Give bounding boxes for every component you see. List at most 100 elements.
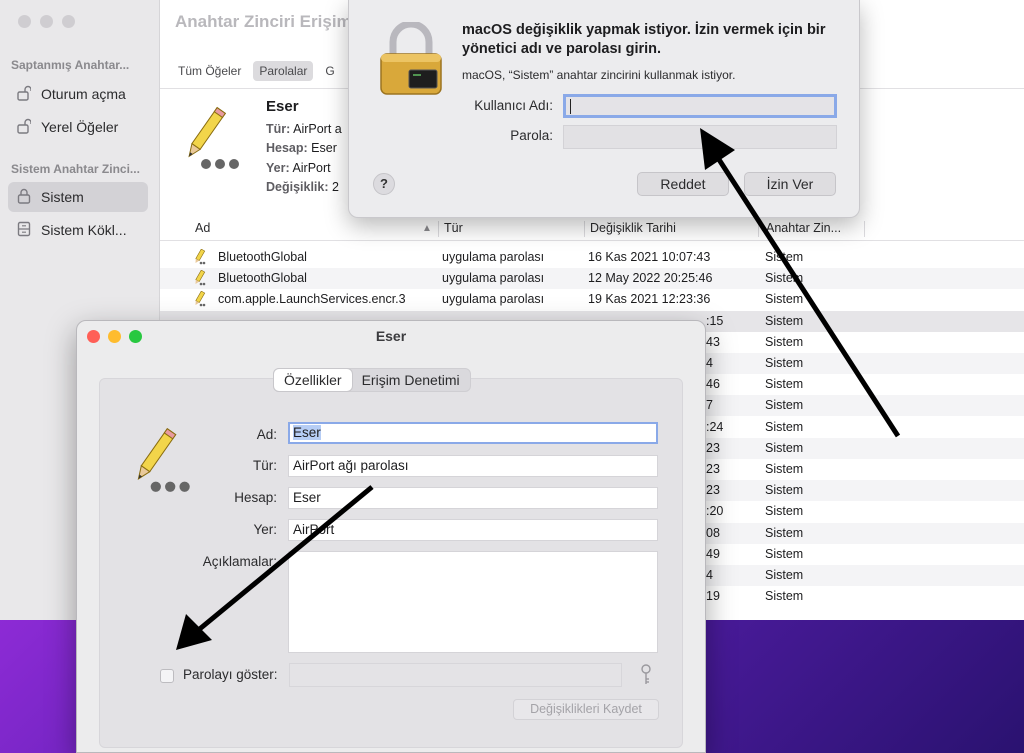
sort-ascending-icon[interactable]: ▲: [422, 223, 432, 234]
item-keychain-cell: Sistem: [765, 440, 804, 455]
minimize-button[interactable]: [40, 15, 53, 28]
item-keychain-cell: Sistem: [765, 483, 804, 498]
item-keychain-cell: Sistem: [765, 271, 804, 286]
table-header: Ad ▲ Tür Değişiklik Tarihi Anahtar Zin..…: [160, 217, 1024, 241]
where-label: Yer:: [253, 522, 277, 537]
lock-icon: [16, 188, 32, 207]
close-button[interactable]: [18, 15, 31, 28]
name-field[interactable]: Eser: [288, 422, 658, 444]
column-separator[interactable]: [584, 221, 585, 237]
window-title: Anahtar Zinciri Erişim: [175, 12, 352, 31]
field-value: Eser: [311, 141, 337, 155]
item-keychain-cell: Sistem: [765, 462, 804, 476]
username-field[interactable]: [563, 94, 837, 118]
show-password-label: Parolayı göster:: [183, 667, 278, 682]
sidebar-item-label: Sistem Kökl...: [41, 222, 127, 238]
kind-field[interactable]: AirPort ağı parolası: [288, 455, 658, 477]
sidebar-item-system[interactable]: Sistem: [8, 182, 148, 212]
item-keychain-cell: Sistem: [765, 546, 804, 561]
deny-button[interactable]: Reddet: [637, 172, 729, 196]
column-header-kind[interactable]: Tür: [444, 221, 463, 235]
pencil-icon: [192, 249, 206, 268]
item-where-row: Yer: AirPort: [266, 161, 331, 175]
column-header-keychain[interactable]: Anahtar Zin...: [766, 221, 841, 235]
window-controls-inactive: [18, 15, 75, 28]
pencil-icon: [192, 291, 206, 310]
item-date-cell: :24: [706, 419, 724, 434]
close-button[interactable]: [87, 330, 100, 343]
password-field[interactable]: [563, 125, 837, 149]
item-kind-cell: uygulama parolası: [442, 271, 545, 286]
name-label: Ad:: [256, 427, 277, 442]
item-keychain-cell: Sistem: [765, 292, 804, 307]
field-label: Tür:: [266, 122, 291, 136]
item-keychain-cell: Sistem: [765, 525, 804, 540]
item-keychain-cell: Sistem: [765, 504, 804, 519]
key-icon[interactable]: [639, 664, 653, 686]
pencil-icon: [192, 270, 206, 289]
table-row[interactable]: BluetoothGlobal uygulama parolası 16 Kas 2…: [160, 247, 1024, 268]
show-password-checkbox[interactable]: [160, 669, 174, 683]
zoom-button[interactable]: [129, 330, 142, 343]
item-date-cell: 23: [706, 462, 720, 476]
field-label: Yer:: [266, 161, 290, 175]
sidebar-item-label: Yerel Öğeler: [41, 119, 119, 135]
comments-field[interactable]: [288, 551, 658, 653]
password-item-icon: [188, 106, 239, 169]
field-label: Değişiklik:: [266, 180, 329, 194]
dialog-title: macOS değişiklik yapmak istiyor. İzin ve…: [462, 22, 826, 57]
table-row[interactable]: com.apple.LaunchServices.encr.3 uygulama …: [160, 289, 1024, 310]
sidebar-item-login[interactable]: Oturum açma: [8, 79, 148, 109]
item-keychain-cell: Sistem: [765, 589, 804, 604]
tab-g[interactable]: G: [319, 61, 340, 81]
item-date-cell: 23: [706, 440, 720, 455]
zoom-button[interactable]: [62, 15, 75, 28]
column-separator[interactable]: [758, 221, 759, 237]
item-name-cell: BluetoothGlobal: [218, 271, 307, 286]
cabinet-icon: [16, 221, 32, 240]
item-date-cell: 08: [706, 525, 720, 540]
allow-button[interactable]: İzin Ver: [744, 172, 836, 196]
tab-all-items[interactable]: Tüm Öğeler: [172, 61, 247, 81]
password-value-field: [289, 663, 622, 687]
title-bar: Eser: [77, 321, 705, 351]
item-detail-window: Eser Özellikler Erişim Denetimi Ad: Eser…: [76, 320, 706, 753]
account-label: Hesap:: [234, 490, 277, 505]
save-changes-button[interactable]: Değişiklikleri Kaydet: [513, 699, 659, 720]
help-button[interactable]: ?: [373, 173, 395, 195]
sidebar-item-label: Sistem: [41, 189, 84, 205]
item-keychain-cell: Sistem: [765, 313, 804, 328]
item-date-cell: 49: [706, 546, 720, 561]
column-separator[interactable]: [864, 221, 865, 237]
item-date-cell: 46: [706, 377, 720, 392]
item-name-cell: com.apple.LaunchServices.encr.3: [218, 292, 406, 307]
item-date-cell: 7: [706, 398, 713, 413]
item-keychain-cell: Sistem: [765, 377, 804, 392]
tab-passwords[interactable]: Parolalar: [253, 61, 314, 81]
item-keychain-cell: Sistem: [765, 419, 804, 434]
column-header-name[interactable]: Ad: [195, 221, 210, 235]
tab-attributes[interactable]: Özellikler: [274, 369, 352, 391]
account-field[interactable]: Eser: [288, 487, 658, 509]
minimize-button[interactable]: [108, 330, 121, 343]
password-label: Parola:: [510, 128, 553, 143]
sidebar-item-system-roots[interactable]: Sistem Kökl...: [8, 215, 148, 245]
field-value: AirPort a: [293, 122, 342, 136]
segmented-control: Özellikler Erişim Denetimi: [273, 368, 471, 392]
item-date-cell: 4: [706, 356, 713, 370]
sidebar-item-local-items[interactable]: Yerel Öğeler: [8, 112, 148, 142]
lock-open-icon: [16, 118, 32, 137]
window-controls: [87, 330, 142, 343]
sidebar-item-label: Oturum açma: [41, 86, 126, 102]
tab-access-control[interactable]: Erişim Denetimi: [352, 369, 470, 391]
table-row[interactable]: BluetoothGlobal uygulama parolası 12 May 2…: [160, 268, 1024, 290]
item-date-cell: 43: [706, 334, 720, 349]
item-keychain-cell: Sistem: [765, 356, 804, 370]
item-keychain-cell: Sistem: [765, 334, 804, 349]
column-separator[interactable]: [438, 221, 439, 237]
column-header-date[interactable]: Değişiklik Tarihi: [590, 221, 676, 235]
item-account-row: Hesap: Eser: [266, 141, 337, 155]
item-date-cell: 23: [706, 483, 720, 498]
item-date-cell: :15: [706, 313, 724, 328]
where-field[interactable]: AirPort: [288, 519, 658, 541]
